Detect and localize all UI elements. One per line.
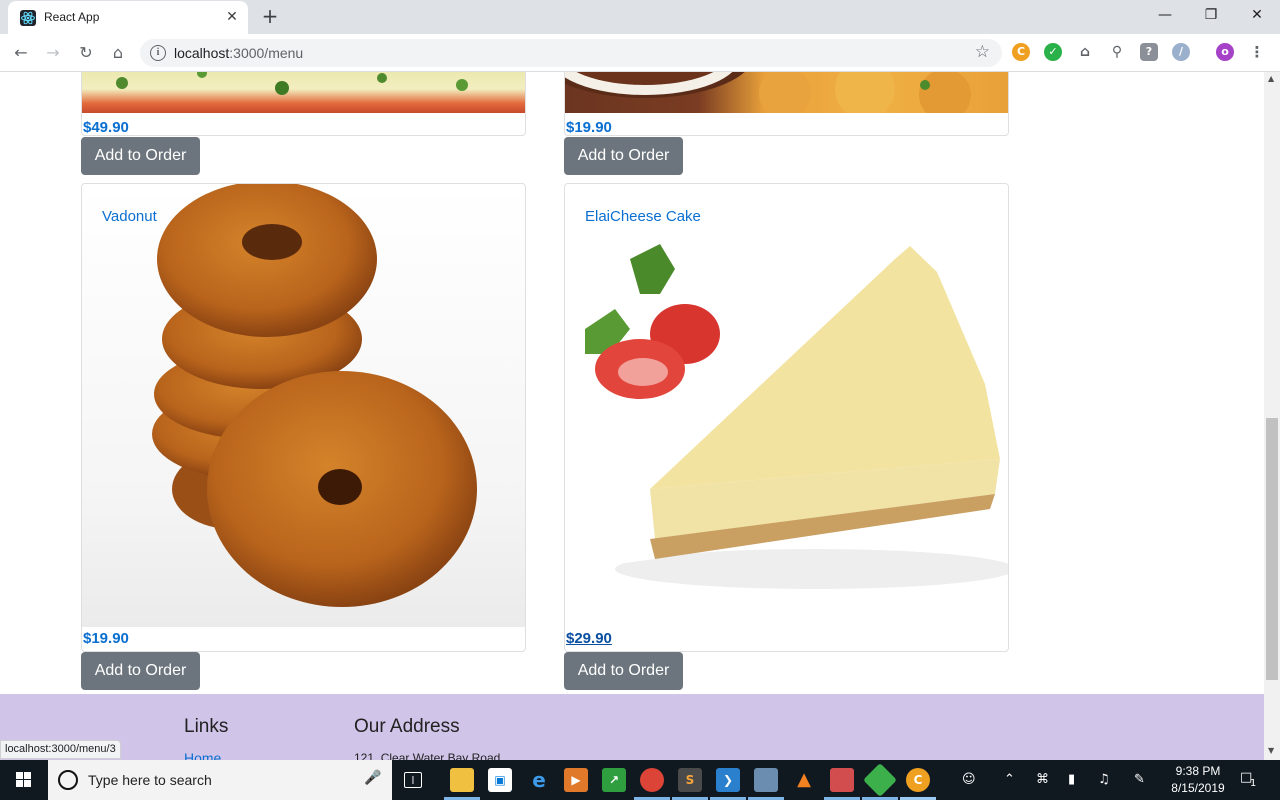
pen-icon[interactable]: ✎ — [1134, 772, 1145, 787]
clock-time: 9:38 PM — [1175, 764, 1221, 778]
scrollbar-thumb[interactable] — [1266, 418, 1278, 680]
footer-home-link[interactable]: Home — [184, 750, 221, 760]
media-player-icon[interactable]: ▶ — [564, 768, 588, 792]
menu-card-cheese-cake: ElaiCheese Cake $29.90 — [564, 183, 1009, 652]
card-title[interactable]: ElaiCheese Cake — [585, 208, 701, 225]
back-arrow-icon[interactable]: ← — [8, 41, 34, 65]
battery-icon[interactable]: ▮ — [1068, 772, 1075, 787]
close-tab-icon[interactable]: ✕ — [222, 7, 242, 27]
extension-search-icon[interactable]: ⚲ — [1108, 43, 1126, 61]
extension-globe-icon[interactable]: / — [1172, 43, 1190, 61]
minimize-button[interactable]: — — [1142, 0, 1188, 30]
tab-title: React App — [44, 10, 100, 24]
taskbar-clock[interactable]: 9:38 PM 8/15/2019 — [1160, 763, 1236, 797]
reload-icon[interactable]: ↻ — [73, 41, 99, 65]
cortana-icon — [58, 770, 78, 790]
extension-check-icon[interactable]: ✓ — [1044, 43, 1062, 61]
browser-tab[interactable]: React App ✕ — [8, 1, 248, 34]
close-window-button[interactable]: ✕ — [1234, 0, 1280, 30]
forward-arrow-icon[interactable]: → — [40, 41, 66, 65]
footer-links-heading: Links — [184, 716, 229, 737]
bookmark-star-icon[interactable]: ☆ — [975, 42, 990, 62]
page-viewport: $49.90 Add to Order $19.90 Add to Order — [0, 72, 1264, 760]
vlc-icon[interactable]: ▲ — [792, 768, 816, 792]
task-view-icon[interactable]: | — [404, 772, 422, 788]
c-app-icon[interactable]: C — [906, 768, 930, 792]
site-footer: Links Home Our Address 121, Clear Water … — [0, 694, 1264, 760]
extension-shield-icon[interactable]: ? — [1140, 43, 1158, 61]
microphone-icon[interactable]: 🎤 — [364, 770, 381, 786]
price: $19.90 — [566, 119, 612, 136]
extension-c-icon[interactable]: C — [1012, 43, 1030, 61]
vscode-icon[interactable]: ❯ — [716, 768, 740, 792]
footer-address-line: 121, Clear Water Bay Road — [354, 751, 501, 760]
scroll-down-arrow-icon[interactable]: ▼ — [1268, 746, 1274, 755]
chrome-menu-icon[interactable]: ⋮ — [1248, 43, 1266, 61]
address-bar[interactable]: i localhost:3000/menu ☆ — [140, 39, 1002, 67]
chrome-icon[interactable] — [640, 768, 664, 792]
edge-icon[interactable]: e — [527, 768, 551, 792]
volume-icon[interactable]: ♫ — [1098, 772, 1110, 787]
add-to-order-button[interactable]: Add to Order — [564, 137, 683, 175]
dish-image — [82, 72, 525, 113]
url-text[interactable]: localhost:3000/menu — [174, 45, 303, 61]
people-icon[interactable]: ☺ — [962, 772, 976, 787]
vadonut-image — [82, 184, 525, 627]
info-icon[interactable]: i — [150, 45, 166, 61]
extension-home-icon[interactable]: ⌂ — [1076, 43, 1094, 61]
add-to-order-button[interactable]: Add to Order — [564, 652, 683, 690]
chevron-up-icon[interactable]: ⌃ — [1004, 772, 1015, 787]
profile-avatar[interactable]: o — [1216, 43, 1234, 61]
home-icon[interactable]: ⌂ — [105, 41, 131, 65]
sublime-text-icon[interactable]: S — [678, 768, 702, 792]
card-title[interactable]: Vadonut — [102, 208, 157, 225]
photos-app-icon[interactable] — [754, 768, 778, 792]
browser-tab-strip: React App ✕ + — ❐ ✕ — [0, 0, 1280, 34]
price: $19.90 — [83, 630, 129, 647]
file-explorer-icon[interactable] — [450, 768, 474, 792]
new-tab-button[interactable]: + — [258, 6, 282, 28]
add-to-order-button[interactable]: Add to Order — [81, 652, 200, 690]
stocks-app-icon[interactable]: ↗ — [602, 768, 626, 792]
store-icon[interactable]: ▣ — [488, 768, 512, 792]
windows-taskbar: Type here to search 🎤 | ▣ e ▶ ↗ S ❯ ▲ C … — [0, 760, 1280, 800]
vertical-scrollbar[interactable]: ▲ ▼ — [1264, 72, 1280, 760]
search-placeholder: Type here to search — [88, 772, 212, 788]
react-icon — [20, 10, 36, 26]
paint-icon[interactable] — [830, 768, 854, 792]
windows-start-icon[interactable] — [0, 760, 48, 800]
price-link[interactable]: $29.90 — [566, 630, 612, 647]
cheese-cake-image — [565, 184, 1008, 627]
link-status-bubble: localhost:3000/menu/3 — [0, 740, 121, 759]
add-to-order-button[interactable]: Add to Order — [81, 137, 200, 175]
taskbar-search-box[interactable]: Type here to search 🎤 — [48, 760, 392, 800]
git-icon[interactable] — [863, 763, 897, 797]
dish-image — [565, 72, 1008, 113]
menu-card: $19.90 — [564, 72, 1009, 136]
menu-card-vadonut: Vadonut $19.90 — [81, 183, 526, 652]
wifi-icon[interactable]: ⌘ — [1036, 772, 1049, 787]
notification-count: 1 — [1250, 778, 1257, 789]
clock-date: 8/15/2019 — [1171, 781, 1225, 795]
price: $49.90 — [83, 119, 129, 136]
footer-address-heading: Our Address — [354, 716, 460, 737]
restore-button[interactable]: ❐ — [1188, 0, 1234, 30]
menu-card: $49.90 — [81, 72, 526, 136]
scroll-up-arrow-icon[interactable]: ▲ — [1268, 74, 1274, 83]
